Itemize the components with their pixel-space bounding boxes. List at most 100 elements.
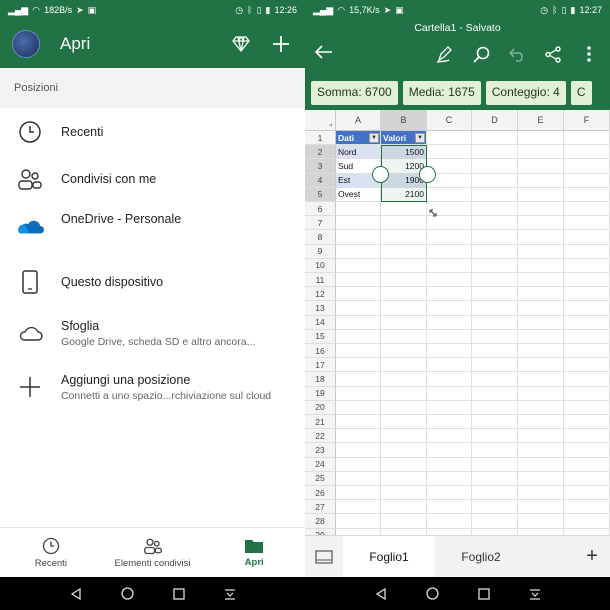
cell-d6[interactable] — [472, 202, 518, 217]
cell-c10[interactable] — [427, 258, 472, 273]
cell-e28[interactable] — [518, 514, 564, 529]
cell-a28[interactable] — [336, 514, 381, 529]
cell-c5[interactable] — [427, 187, 472, 202]
cell-c19[interactable] — [427, 386, 472, 401]
cell-d10[interactable] — [472, 258, 518, 273]
cell-b7[interactable] — [381, 216, 427, 231]
row-header-15[interactable]: 15 — [305, 329, 336, 344]
row-header-19[interactable]: 19 — [305, 386, 336, 401]
cell-a14[interactable] — [336, 315, 381, 330]
cell-a22[interactable] — [336, 429, 381, 444]
location-recenti[interactable]: Recenti — [0, 108, 305, 156]
cell-f23[interactable] — [564, 443, 610, 458]
recents-square-icon[interactable] — [172, 587, 185, 600]
row-header-7[interactable]: 7 — [305, 216, 336, 231]
cell-c22[interactable] — [427, 429, 472, 444]
cell-d1[interactable] — [472, 131, 518, 146]
cell-c18[interactable] — [427, 372, 472, 387]
cell-a6[interactable] — [336, 202, 381, 217]
search-icon[interactable] — [470, 43, 492, 65]
filter-dropdown-icon[interactable]: ▼ — [415, 133, 425, 143]
cell-d28[interactable] — [472, 514, 518, 529]
cell-b27[interactable] — [381, 500, 427, 515]
row-header-28[interactable]: 28 — [305, 514, 336, 529]
cell-e11[interactable] — [518, 273, 564, 288]
cell-d4[interactable] — [472, 173, 518, 188]
cell-b16[interactable] — [381, 344, 427, 359]
cell-f28[interactable] — [564, 514, 610, 529]
cell-f11[interactable] — [564, 273, 610, 288]
column-header-e[interactable]: E — [518, 110, 564, 131]
cell-e27[interactable] — [518, 500, 564, 515]
cell-b23[interactable] — [381, 443, 427, 458]
row-header-18[interactable]: 18 — [305, 372, 336, 387]
cell-d24[interactable] — [472, 457, 518, 472]
cell-c1[interactable] — [427, 131, 472, 146]
row-header-14[interactable]: 14 — [305, 315, 336, 330]
cell-c23[interactable] — [427, 443, 472, 458]
notification-pull-icon[interactable] — [529, 588, 541, 600]
cell-f3[interactable] — [564, 159, 610, 174]
cell-b1[interactable]: Valori ▼ — [381, 131, 427, 146]
row-header-6[interactable]: 6 — [305, 202, 336, 217]
cell-d8[interactable] — [472, 230, 518, 245]
select-all-corner[interactable] — [305, 110, 336, 131]
premium-diamond-icon[interactable] — [229, 32, 253, 56]
cell-c9[interactable] — [427, 244, 472, 259]
cell-d21[interactable] — [472, 415, 518, 430]
cell-b21[interactable] — [381, 415, 427, 430]
cell-d11[interactable] — [472, 273, 518, 288]
cell-e22[interactable] — [518, 429, 564, 444]
selection-handle[interactable] — [419, 165, 436, 183]
row-header-3[interactable]: 3 — [305, 159, 336, 174]
cell-f19[interactable] — [564, 386, 610, 401]
cell-b20[interactable] — [381, 400, 427, 415]
cell-b10[interactable] — [381, 258, 427, 273]
cell-c15[interactable] — [427, 329, 472, 344]
cell-a19[interactable] — [336, 386, 381, 401]
cell-e9[interactable] — [518, 244, 564, 259]
row-header-4[interactable]: 4 — [305, 173, 336, 188]
cell-a8[interactable] — [336, 230, 381, 245]
sheet-tab-foglio2[interactable]: Foglio2 — [435, 536, 527, 578]
cell-c24[interactable] — [427, 457, 472, 472]
cell-f20[interactable] — [564, 400, 610, 415]
draw-pen-icon[interactable] — [434, 43, 456, 65]
cell-a2[interactable]: Nord — [336, 145, 381, 160]
cell-c16[interactable] — [427, 344, 472, 359]
cell-b15[interactable] — [381, 329, 427, 344]
row-header-5[interactable]: 5 — [305, 187, 336, 202]
cell-e18[interactable] — [518, 372, 564, 387]
cell-f2[interactable] — [564, 145, 610, 160]
cell-b19[interactable] — [381, 386, 427, 401]
row-header-10[interactable]: 10 — [305, 258, 336, 273]
cell-e16[interactable] — [518, 344, 564, 359]
cell-f6[interactable] — [564, 202, 610, 217]
column-header-d[interactable]: D — [472, 110, 518, 131]
add-sheet-button[interactable]: + — [574, 545, 610, 568]
cell-b9[interactable] — [381, 244, 427, 259]
row-header-2[interactable]: 2 — [305, 145, 336, 160]
row-header-9[interactable]: 9 — [305, 244, 336, 259]
cell-f12[interactable] — [564, 287, 610, 302]
cell-a25[interactable] — [336, 471, 381, 486]
cell-b2[interactable]: 1500 — [381, 145, 427, 160]
cell-f24[interactable] — [564, 457, 610, 472]
row-header-20[interactable]: 20 — [305, 400, 336, 415]
cell-a27[interactable] — [336, 500, 381, 515]
cell-e24[interactable] — [518, 457, 564, 472]
cell-d2[interactable] — [472, 145, 518, 160]
location-aggiungi[interactable]: Aggiungi una posizione Connetti a uno sp… — [0, 360, 305, 414]
cell-b25[interactable] — [381, 471, 427, 486]
row-header-21[interactable]: 21 — [305, 415, 336, 430]
cell-a23[interactable] — [336, 443, 381, 458]
location-onedrive[interactable]: OneDrive - Personale — [0, 202, 305, 258]
column-header-b[interactable]: B — [381, 110, 427, 131]
add-icon[interactable] — [269, 32, 293, 56]
location-sfoglia[interactable]: Sfoglia Google Drive, scheda SD e altro … — [0, 306, 305, 360]
stat-somma[interactable]: Somma: 6700 — [311, 81, 398, 105]
notification-pull-icon[interactable] — [224, 588, 236, 600]
cell-e21[interactable] — [518, 415, 564, 430]
cell-e10[interactable] — [518, 258, 564, 273]
sheet-tab-foglio1[interactable]: Foglio1 — [343, 535, 435, 578]
